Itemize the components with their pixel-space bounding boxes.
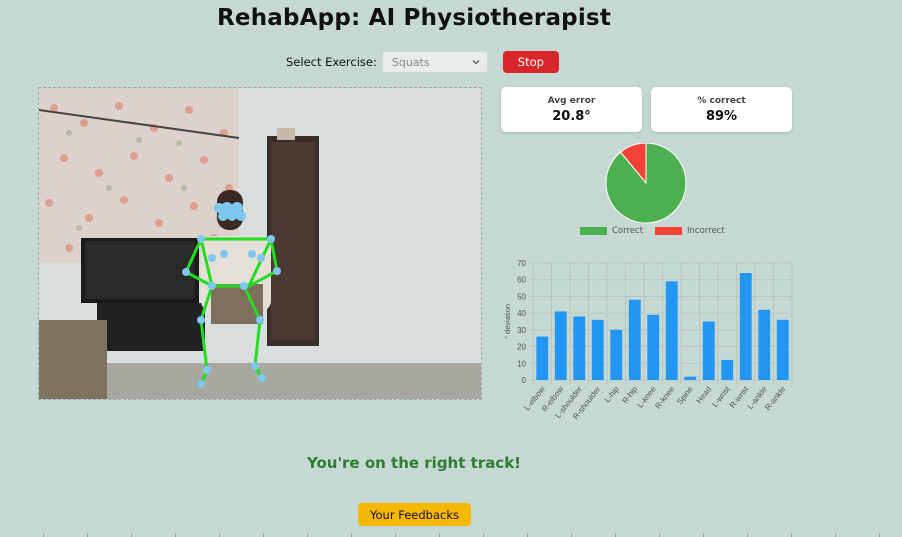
pct-correct-label: % correct [697,96,746,106]
bar-r-ankle [776,319,789,380]
exercise-select[interactable]: Squats [381,51,488,73]
bar-r-knee [665,281,678,380]
chevron-down-icon [472,60,480,65]
bar-r-hip [628,299,641,380]
bar-l-knee [647,314,660,380]
y-tick-label: 10 [517,359,526,368]
legend-label-incorrect: Incorrect [687,226,725,236]
camera-feed [38,87,482,400]
x-tick-label: R-ankle [763,384,787,412]
bar-l-shoulder [573,316,586,380]
your-feedbacks-button[interactable]: Your Feedbacks [358,503,471,526]
pct-correct-value: 89% [705,109,738,124]
pie-legend: Correct Incorrect [580,226,725,236]
switch [277,128,295,140]
pct-correct-card: % correct 89% [651,87,792,132]
legend-swatch-incorrect [655,227,683,235]
bar-r-wrist [739,273,752,380]
bar-head [702,321,715,380]
y-tick-label: 40 [517,309,526,318]
bar-l-wrist [721,359,734,380]
bar-spine [684,376,697,380]
legend-label-correct: Correct [612,226,644,236]
legend-swatch-correct [580,227,607,235]
bar-l-ankle [758,309,771,380]
person-shorts [211,284,263,324]
y-tick-label: 50 [517,292,526,301]
exercise-select-value: Squats [391,55,430,69]
x-tick-label: Spine [675,384,695,406]
y-tick-label: 20 [517,343,526,352]
page-title: RehabApp: AI Physiotherapist [216,5,612,31]
select-exercise-label: Select Exercise: [286,55,377,69]
y-tick-label: 0 [522,376,527,385]
bar-l-hip [610,329,623,380]
avg-error-label: Avg error [547,96,596,106]
pie-slice-correct [605,142,687,224]
exercise-controls: Select Exercise: Squats Stop [286,51,559,73]
y-tick-label: 30 [517,326,526,335]
y-tick-label: 60 [517,276,526,285]
pose-video-frame [39,88,481,399]
stop-button[interactable]: Stop [502,51,559,73]
joint-deviation-bar-chart: 0 10 20 30 40 50 60 70 L-elbow R-elbow L-shoulder R… [500,255,800,421]
tv-stand [97,303,205,351]
x-tick-label: R-knee [653,384,676,410]
avg-error-card: Avg error 20.8° [501,87,642,132]
feedback-message: You're on the right track! [306,454,522,472]
y-tick-label: 70 [517,259,526,268]
y-axis-label: ° deviation [503,304,512,339]
bar-svg: 010203040506070L-elbowR-elbowL-shoulderR… [503,259,793,421]
bar-r-elbow [554,311,567,380]
avg-error-value: 20.8° [552,109,591,124]
bar-l-elbow [536,336,549,380]
x-tick-label: L-hip [603,384,621,404]
bar-r-shoulder [591,319,604,380]
